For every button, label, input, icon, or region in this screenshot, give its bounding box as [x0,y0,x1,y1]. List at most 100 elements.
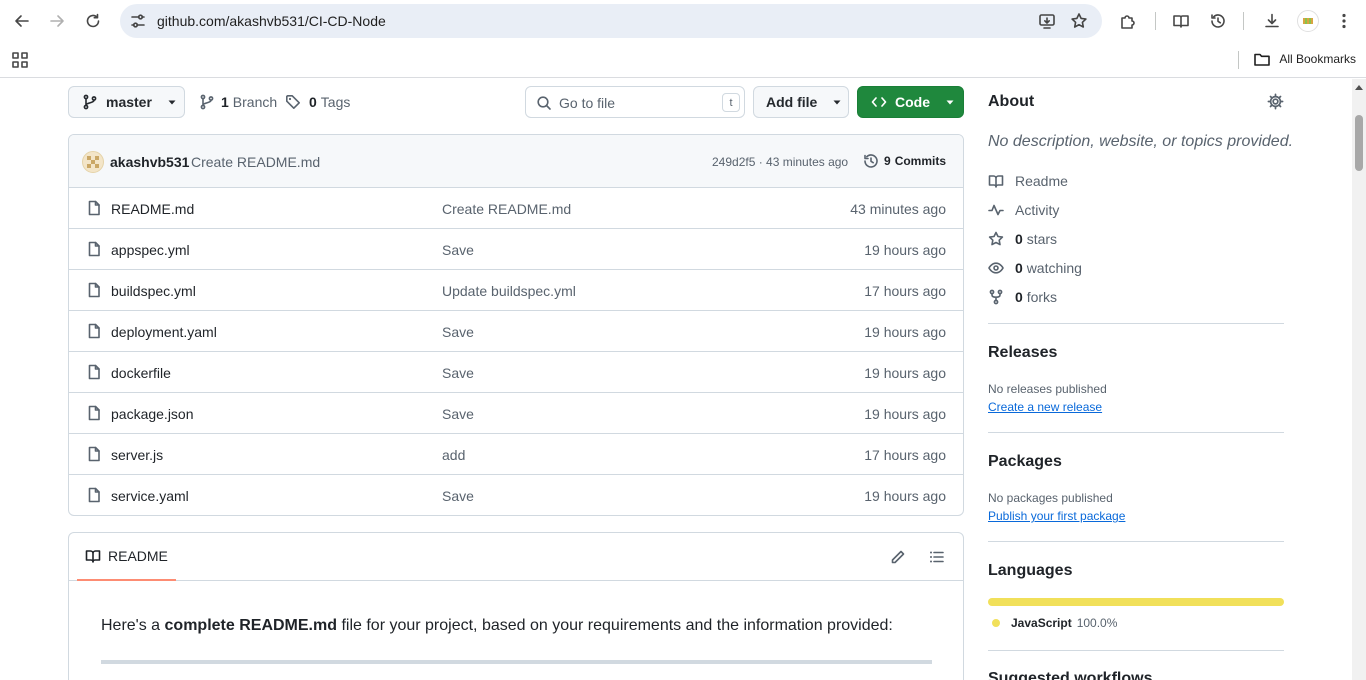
file-commit-message-link[interactable]: Save [442,488,474,504]
file-icon [86,364,102,380]
file-name-link[interactable]: dockerfile [111,365,171,381]
table-row: package.json Save 19 hours ago [69,393,963,434]
edit-pencil-icon[interactable] [890,549,906,565]
outline-list-icon[interactable] [929,549,945,565]
stars-link[interactable]: 0 stars [988,231,1057,247]
file-commit-time: 43 minutes ago [850,201,946,217]
table-row: dockerfile Save 19 hours ago [69,352,963,393]
commits-count: 9 [884,154,891,168]
reading-mode-button[interactable] [1166,6,1196,36]
address-bar[interactable]: github.com/akashvb531/CI-CD-Node [120,4,1102,38]
file-list: README.md Create README.md 43 minutes ago a… [69,188,963,515]
file-icon [86,282,102,298]
code-brackets-icon [871,97,887,107]
profile-avatar [1297,10,1319,32]
code-button[interactable]: Code [857,86,964,118]
page-scrollbar[interactable] [1352,79,1366,680]
latest-commit-bar: akashvb531 Create README.md 249d2f5 · 43… [69,135,963,188]
tags-count: 0 [309,94,317,110]
chrome-menu-button[interactable] [1329,6,1359,36]
releases-empty-text: No releases published [988,382,1107,396]
go-to-file-placeholder: Go to file [559,95,616,111]
file-name-link[interactable]: README.md [111,201,194,217]
search-icon [537,96,551,110]
branch-select-button[interactable]: master [68,86,185,118]
packages-title[interactable]: Packages [988,453,1062,471]
file-commit-message-link[interactable]: Save [442,406,474,422]
url-text[interactable]: github.com/akashvb531/CI-CD-Node [157,13,386,29]
file-name-link[interactable]: server.js [111,447,163,463]
file-commit-time: 17 hours ago [864,283,946,299]
file-name-link[interactable]: package.json [111,406,194,422]
file-name-link[interactable]: service.yaml [111,488,189,504]
add-file-button[interactable]: Add file [753,86,849,118]
branches-link[interactable]: 1 Branch [199,94,277,110]
gear-icon[interactable] [1267,93,1284,110]
file-commit-time: 19 hours ago [864,324,946,340]
code-label: Code [895,94,930,110]
arrow-left-icon [15,15,29,27]
commits-link[interactable]: 9 Commits [863,153,946,169]
activity-link[interactable]: Activity [988,202,1059,218]
scroll-up-arrow-icon[interactable] [1355,84,1363,90]
language-item[interactable]: JavaScript 100.0% [988,616,1117,630]
languages-title: Languages [988,562,1073,579]
all-bookmarks-button[interactable]: All Bookmarks [1253,50,1356,68]
go-to-file-input[interactable]: Go to file t [525,86,745,118]
file-commit-message-link[interactable]: Create README.md [442,201,571,217]
stars-label: stars [1026,231,1058,247]
watching-link[interactable]: 0 watching [988,260,1082,276]
branches-count: 1 [221,94,229,110]
back-button[interactable] [7,6,37,36]
browser-toolbar: github.com/akashvb531/CI-CD-Node [0,0,1366,42]
file-commit-time: 19 hours ago [864,406,946,422]
history-icon [1211,14,1225,28]
star-bookmark-icon[interactable] [1070,12,1088,30]
extensions-button[interactable] [1113,6,1143,36]
reload-button[interactable] [78,6,108,36]
file-commit-time: 17 hours ago [864,447,946,463]
forks-link[interactable]: 0 forks [988,289,1057,305]
tags-link[interactable]: 0 Tags [285,94,350,110]
downloads-button[interactable] [1257,6,1287,36]
file-name-link[interactable]: deployment.yaml [111,324,217,340]
profile-button[interactable] [1293,6,1323,36]
history-clock-icon [864,154,878,168]
file-icon [86,200,102,216]
create-release-link[interactable]: Create a new release [988,400,1102,414]
sidebar-divider [988,541,1284,542]
author-avatar[interactable] [82,151,104,173]
sidebar-divider [988,323,1284,324]
file-table: akashvb531 Create README.md 249d2f5 · 43… [68,134,964,516]
readme-tab[interactable]: README [77,533,176,581]
publish-package-link[interactable]: Publish your first package [988,509,1125,523]
commit-message[interactable]: Create README.md [191,154,320,170]
file-commit-message-link[interactable]: Save [442,365,474,381]
watching-label: watching [1026,260,1082,276]
file-commit-time: 19 hours ago [864,242,946,258]
commit-meta[interactable]: 249d2f5 · 43 minutes ago [712,155,848,169]
install-app-icon[interactable] [1038,12,1056,30]
commits-label: Commits [894,154,947,168]
file-commit-message-link[interactable]: Update buildspec.yml [442,283,576,299]
scrollbar-thumb[interactable] [1355,115,1363,171]
file-commit-message-link[interactable]: add [442,447,465,463]
commit-author[interactable]: akashvb531 [110,154,189,170]
file-name-link[interactable]: appspec.yml [111,242,190,258]
sidebar-divider [988,650,1284,651]
readme-link[interactable]: Readme [988,173,1068,189]
forward-button[interactable] [42,6,72,36]
language-percent: 100.0% [1076,616,1118,630]
forks-label: forks [1026,289,1058,305]
file-commit-message-link[interactable]: Save [442,242,474,258]
history-button[interactable] [1203,6,1233,36]
site-info-icon[interactable] [129,12,147,30]
releases-title[interactable]: Releases [988,344,1057,362]
readme-tab-label: README [108,548,168,564]
reload-icon [86,13,100,28]
file-name-link[interactable]: buildspec.yml [111,283,196,299]
all-bookmarks-label: All Bookmarks [1279,52,1356,66]
apps-grid-icon[interactable] [11,51,29,69]
file-icon [86,323,102,339]
file-commit-message-link[interactable]: Save [442,324,474,340]
